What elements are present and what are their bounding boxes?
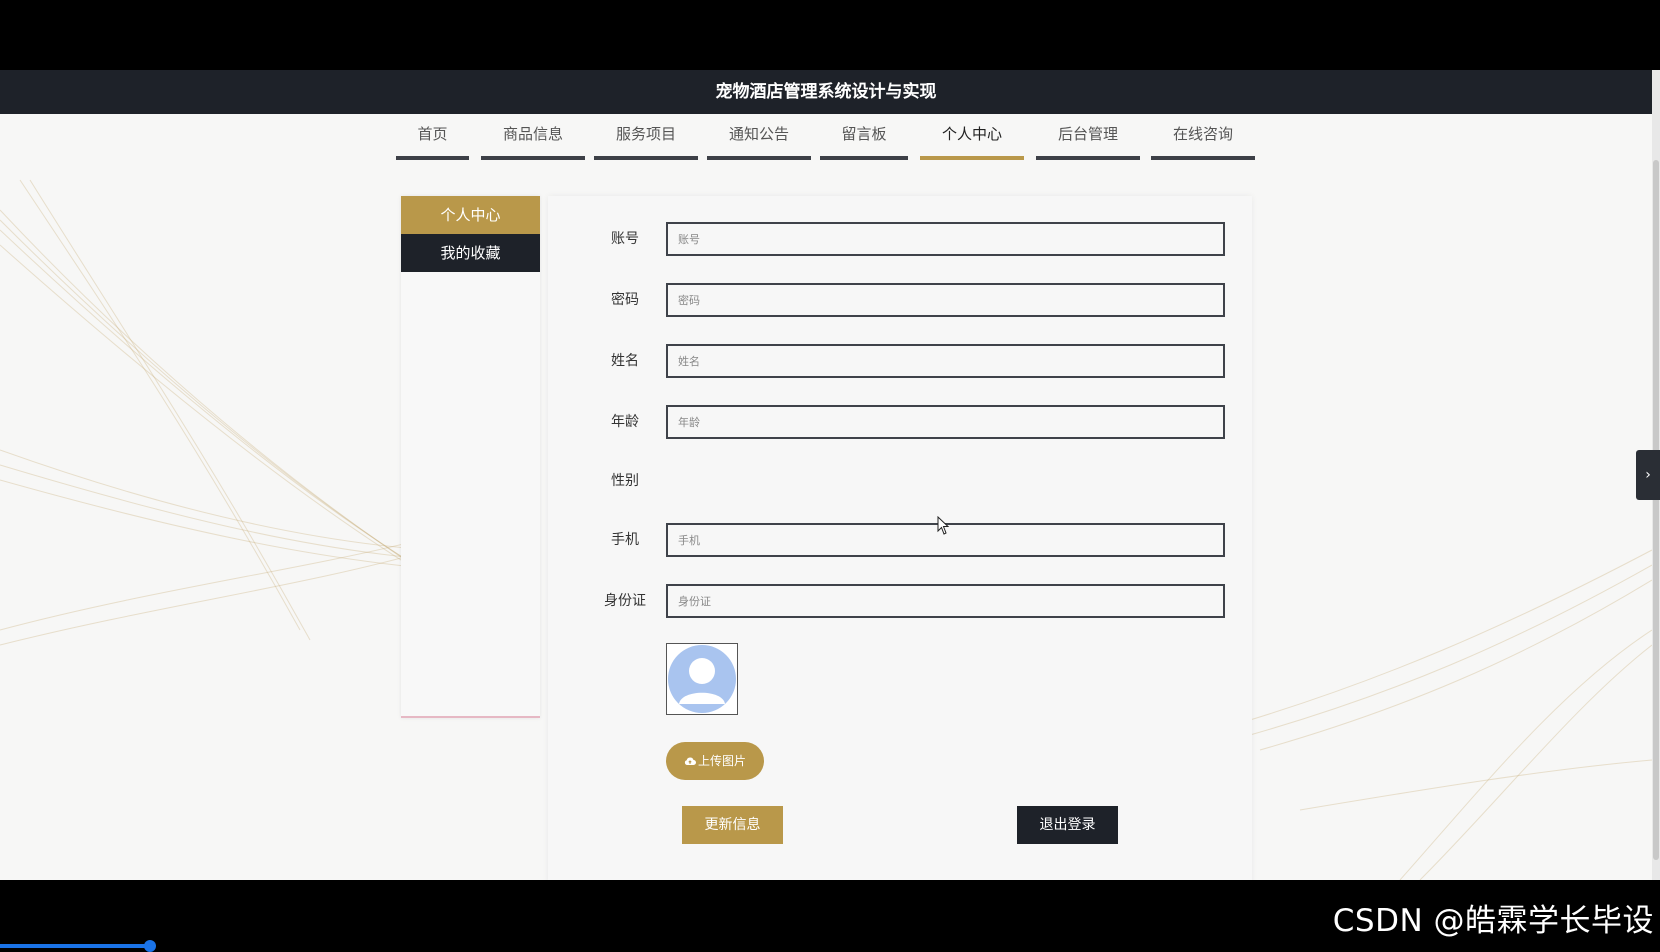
gender-label: 性别	[611, 473, 639, 489]
profile-form: 账号 密码 姓名 年龄 性别 手机 身份证	[548, 196, 1252, 880]
cloud-upload-icon	[684, 757, 696, 765]
upload-image-button[interactable]: 上传图片	[666, 742, 764, 780]
phone-label: 手机	[611, 532, 639, 548]
mouse-cursor-icon	[937, 516, 950, 535]
sidebar-item-favorites[interactable]: 我的收藏	[401, 234, 540, 272]
nav-personal-center[interactable]: 个人中心	[920, 120, 1024, 160]
nav-services[interactable]: 服务项目	[594, 120, 698, 160]
scrollbar-thumb[interactable]	[1653, 160, 1659, 860]
password-label: 密码	[611, 292, 639, 308]
update-info-button[interactable]: 更新信息	[682, 806, 783, 844]
name-label: 姓名	[611, 353, 639, 369]
account-input[interactable]	[666, 222, 1225, 256]
name-input[interactable]	[666, 344, 1225, 378]
page: 宠物酒店管理系统设计与实现 首页 商品信息 服务项目 通知公告 留言板 个人中心…	[0, 70, 1652, 880]
name-row: 姓名	[548, 344, 1252, 378]
password-row: 密码	[548, 283, 1252, 317]
nav-products[interactable]: 商品信息	[481, 120, 585, 160]
video-progress-handle[interactable]	[144, 940, 156, 952]
nav-message-board[interactable]: 留言板	[820, 120, 908, 160]
id-card-row: 身份证	[548, 584, 1252, 618]
id-card-input[interactable]	[666, 584, 1225, 618]
age-input[interactable]	[666, 405, 1225, 439]
page-title: 宠物酒店管理系统设计与实现	[0, 70, 1652, 114]
age-row: 年龄	[548, 405, 1252, 439]
video-progress-bar[interactable]	[0, 944, 150, 948]
sidebar: 个人中心 我的收藏	[401, 196, 540, 718]
nav-home[interactable]: 首页	[396, 120, 469, 160]
logout-button[interactable]: 退出登录	[1017, 806, 1118, 844]
account-row: 账号	[548, 222, 1252, 256]
age-label: 年龄	[611, 414, 639, 430]
sidebar-item-personal-center[interactable]: 个人中心	[401, 196, 540, 234]
avatar	[666, 643, 738, 715]
side-drawer-toggle[interactable]: ›	[1636, 450, 1660, 500]
upload-image-label: 上传图片	[697, 754, 746, 768]
chevron-right-icon: ›	[1645, 467, 1651, 483]
gender-row: 性别	[548, 464, 1252, 498]
top-nav: 首页 商品信息 服务项目 通知公告 留言板 个人中心 后台管理 在线咨询	[0, 114, 1652, 176]
password-input[interactable]	[666, 283, 1225, 317]
id-card-label: 身份证	[604, 593, 646, 609]
nav-notices[interactable]: 通知公告	[707, 120, 811, 160]
avatar-placeholder-icon	[668, 645, 736, 713]
account-label: 账号	[611, 231, 639, 247]
watermark: CSDN @皓霖学长毕设	[1332, 903, 1654, 939]
nav-online-consult[interactable]: 在线咨询	[1151, 120, 1255, 160]
nav-admin[interactable]: 后台管理	[1036, 120, 1140, 160]
phone-row: 手机	[548, 523, 1252, 557]
